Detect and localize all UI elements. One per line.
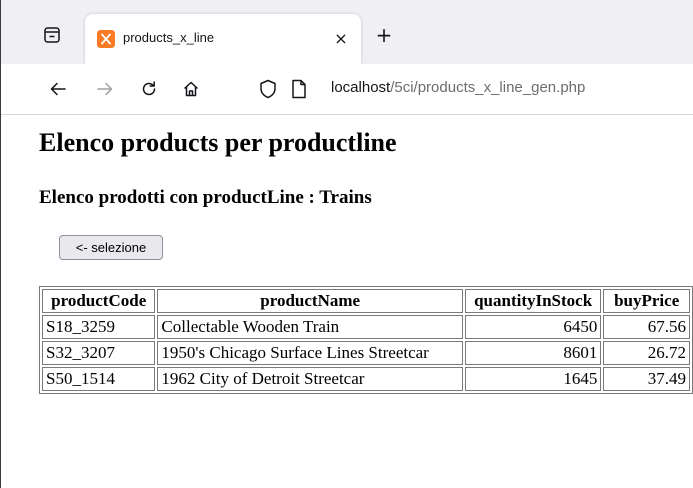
- page-subtitle: Elenco prodotti con productLine : Trains: [39, 187, 372, 208]
- active-tab[interactable]: products_x_line ×: [85, 14, 361, 64]
- products-table: productCode productName quantityInStock …: [39, 286, 693, 394]
- cell-buyprice: 26.72: [603, 341, 690, 365]
- cell-productname: Collectable Wooden Train: [157, 315, 463, 339]
- new-tab-button[interactable]: +: [373, 23, 395, 47]
- header-productcode: productCode: [42, 289, 156, 313]
- cell-productcode: S32_3207: [42, 341, 156, 365]
- cell-productcode: S50_1514: [42, 367, 156, 391]
- page-title: Elenco products per productline: [39, 128, 397, 157]
- table-row: S32_3207 1950's Chicago Surface Lines St…: [42, 341, 690, 365]
- table-header-row: productCode productName quantityInStock …: [42, 289, 690, 313]
- address-bar[interactable]: localhost/5ci/products_x_line_gen.php: [249, 69, 693, 109]
- table-row: S18_3259 Collectable Wooden Train 6450 6…: [42, 315, 690, 339]
- tracking-protection-shield-icon[interactable]: [259, 79, 277, 99]
- table-row: S50_1514 1962 City of Detroit Streetcar …: [42, 367, 690, 391]
- cell-productname: 1962 City of Detroit Streetcar: [157, 367, 463, 391]
- header-productname: productName: [157, 289, 463, 313]
- cell-productcode: S18_3259: [42, 315, 156, 339]
- tab-bar: products_x_line × +: [1, 0, 693, 65]
- tab-close-icon[interactable]: ×: [331, 28, 351, 48]
- url-host: localhost: [331, 79, 391, 96]
- cell-quantityinstock: 6450: [464, 315, 602, 339]
- forward-icon[interactable]: [91, 75, 119, 103]
- cell-quantityinstock: 1645: [464, 367, 602, 391]
- navigation-toolbar: localhost/5ci/products_x_line_gen.php: [1, 64, 693, 115]
- home-icon[interactable]: [177, 75, 205, 103]
- cell-buyprice: 37.49: [603, 367, 690, 391]
- url-text[interactable]: localhost/5ci/products_x_line_gen.php: [331, 79, 585, 96]
- cell-buyprice: 67.56: [603, 315, 690, 339]
- cell-quantityinstock: 8601: [464, 341, 602, 365]
- tab-list-icon: [44, 27, 60, 43]
- xampp-favicon-icon: [97, 30, 115, 48]
- header-buyprice: buyPrice: [603, 289, 690, 313]
- url-path: /5ci/products_x_line_gen.php: [390, 79, 586, 96]
- header-quantityinstock: quantityInStock: [464, 289, 602, 313]
- reload-icon[interactable]: [135, 75, 163, 103]
- browser-chrome: products_x_line × + localhost/5ci/produc…: [0, 0, 693, 115]
- tab-title: products_x_line: [123, 30, 215, 45]
- back-icon[interactable]: [44, 75, 72, 103]
- back-to-selection-button[interactable]: <- selezione: [59, 235, 163, 260]
- cell-productname: 1950's Chicago Surface Lines Streetcar: [157, 341, 463, 365]
- page-content: Elenco products per productline Elenco p…: [0, 115, 693, 488]
- page-info-icon[interactable]: [291, 79, 307, 99]
- tab-list-button[interactable]: [39, 22, 65, 48]
